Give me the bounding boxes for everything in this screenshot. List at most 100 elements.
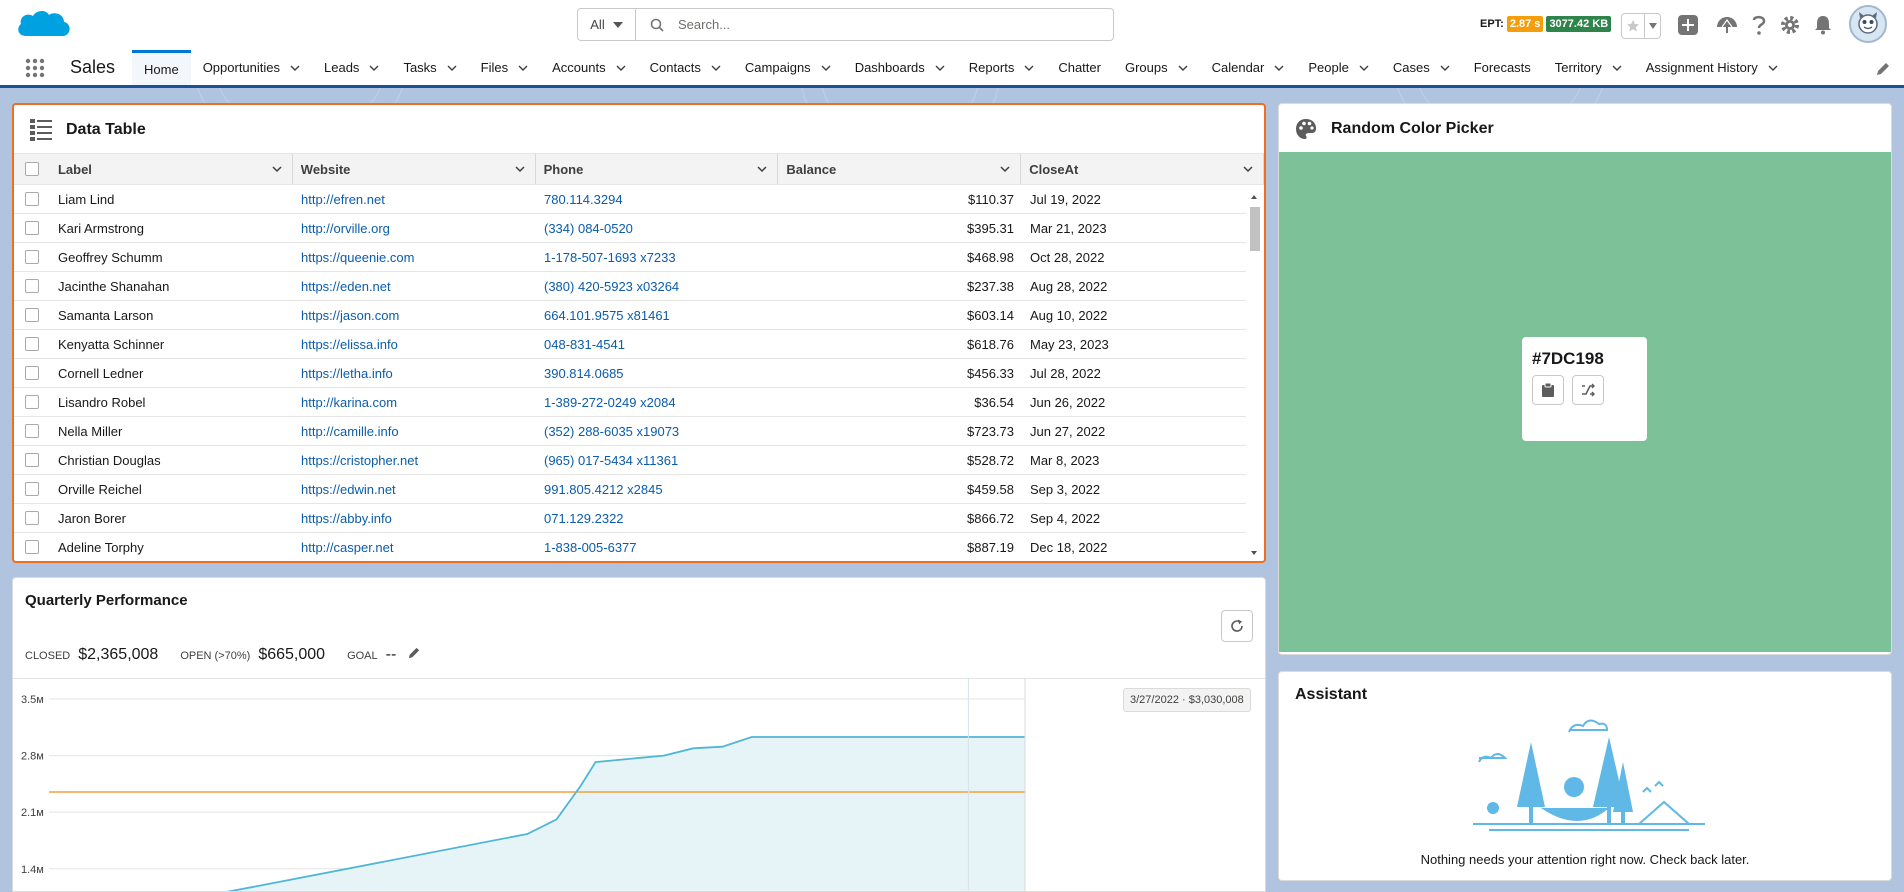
chevron-down-icon[interactable] <box>272 164 282 174</box>
nav-item-assignment-history[interactable]: Assignment History <box>1634 50 1790 85</box>
cell-website-link[interactable]: https://jason.com <box>293 308 536 323</box>
nav-item-dashboards[interactable]: Dashboards <box>843 50 957 85</box>
setup-button[interactable] <box>1779 14 1801 36</box>
favorite-star-button[interactable] <box>1621 13 1645 39</box>
table-row[interactable]: Jacinthe Shanahan https://eden.net (380) 4… <box>14 272 1246 301</box>
table-row[interactable]: Kenyatta Schinner https://elissa.info 048-… <box>14 330 1246 359</box>
chevron-down-icon[interactable] <box>447 63 457 73</box>
nav-item-people[interactable]: People <box>1296 50 1380 85</box>
nav-item-leads[interactable]: Leads <box>312 50 391 85</box>
nav-item-opportunities[interactable]: Opportunities <box>191 50 312 85</box>
cell-phone-link[interactable]: 1-838-005-6377 <box>536 540 779 555</box>
chevron-down-icon[interactable] <box>616 63 626 73</box>
chevron-down-icon[interactable] <box>369 63 379 73</box>
table-row[interactable]: Geoffrey Schumm https://queenie.com 1-178-… <box>14 243 1246 272</box>
row-checkbox[interactable] <box>25 366 39 380</box>
notifications-button[interactable] <box>1812 14 1834 36</box>
nav-item-chatter[interactable]: Chatter <box>1046 50 1113 85</box>
row-checkbox[interactable] <box>25 221 39 235</box>
edit-goal-icon[interactable] <box>408 647 420 659</box>
nav-item-cases[interactable]: Cases <box>1381 50 1462 85</box>
chevron-down-icon[interactable] <box>515 164 525 174</box>
scrollbar-thumb[interactable] <box>1250 207 1260 251</box>
row-checkbox[interactable] <box>25 511 39 525</box>
edit-nav-button[interactable] <box>1876 62 1890 79</box>
nav-item-groups[interactable]: Groups <box>1113 50 1200 85</box>
performance-chart[interactable]: 3.5м 2.8м 2.1м 1.4м <box>13 678 1266 892</box>
avatar[interactable] <box>1849 5 1887 43</box>
column-header-label[interactable]: Label <box>50 154 293 184</box>
row-checkbox[interactable] <box>25 192 39 206</box>
row-checkbox[interactable] <box>25 308 39 322</box>
chevron-down-icon[interactable] <box>1024 63 1034 73</box>
cell-website-link[interactable]: https://cristopher.net <box>293 453 536 468</box>
nav-item-forecasts[interactable]: Forecasts <box>1462 50 1543 85</box>
table-scrollbar[interactable] <box>1248 191 1260 559</box>
chevron-down-icon[interactable] <box>1359 63 1369 73</box>
refresh-button[interactable] <box>1221 610 1253 642</box>
favorites-menu-button[interactable] <box>1645 13 1661 39</box>
chevron-down-icon[interactable] <box>935 63 945 73</box>
nav-item-files[interactable]: Files <box>469 50 540 85</box>
row-checkbox[interactable] <box>25 250 39 264</box>
chevron-down-icon[interactable] <box>1440 63 1450 73</box>
chevron-down-icon[interactable] <box>711 63 721 73</box>
chevron-down-icon[interactable] <box>290 63 300 73</box>
cell-phone-link[interactable]: (965) 017-5434 x11361 <box>536 453 779 468</box>
chevron-down-icon[interactable] <box>821 63 831 73</box>
trailhead-button[interactable] <box>1716 14 1738 36</box>
cell-phone-link[interactable]: 1-178-507-1693 x7233 <box>536 250 779 265</box>
cell-phone-link[interactable]: 071.129.2322 <box>536 511 779 526</box>
cell-phone-link[interactable]: (334) 084-0520 <box>536 221 779 236</box>
cell-phone-link[interactable]: 1-389-272-0249 x2084 <box>536 395 779 410</box>
chevron-down-icon[interactable] <box>518 63 528 73</box>
table-row[interactable]: Samanta Larson https://jason.com 664.101.9… <box>14 301 1246 330</box>
row-checkbox[interactable] <box>25 424 39 438</box>
row-checkbox[interactable] <box>25 453 39 467</box>
row-checkbox[interactable] <box>25 482 39 496</box>
table-row[interactable]: Nella Miller http://camille.info (352) 288… <box>14 417 1246 446</box>
table-row[interactable]: Kari Armstrong http://orville.org (334) 08… <box>14 214 1246 243</box>
table-row[interactable]: Orville Reichel https://edwin.net 991.805.… <box>14 475 1246 504</box>
nav-item-home[interactable]: Home <box>132 50 191 85</box>
cell-phone-link[interactable]: (380) 420-5923 x03264 <box>536 279 779 294</box>
row-checkbox[interactable] <box>25 540 39 554</box>
column-header-closeat[interactable]: CloseAt <box>1021 154 1265 184</box>
table-row[interactable]: Jaron Borer https://abby.info 071.129.2322… <box>14 504 1246 533</box>
column-header-phone[interactable]: Phone <box>536 154 779 184</box>
cell-website-link[interactable]: https://elissa.info <box>293 337 536 352</box>
row-checkbox[interactable] <box>25 279 39 293</box>
column-header-website[interactable]: Website <box>293 154 536 184</box>
cell-website-link[interactable]: http://karina.com <box>293 395 536 410</box>
help-button[interactable] <box>1748 14 1770 36</box>
cell-website-link[interactable]: https://edwin.net <box>293 482 536 497</box>
table-row[interactable]: Liam Lind http://efren.net 780.114.3294 $11… <box>14 185 1246 214</box>
nav-item-territory[interactable]: Territory <box>1543 50 1634 85</box>
cell-website-link[interactable]: http://orville.org <box>293 221 536 236</box>
cell-website-link[interactable]: http://efren.net <box>293 192 536 207</box>
table-row[interactable]: Adeline Torphy http://casper.net 1-838-005… <box>14 533 1246 561</box>
cell-phone-link[interactable]: 390.814.0685 <box>536 366 779 381</box>
global-actions-button[interactable] <box>1677 14 1699 36</box>
nav-item-calendar[interactable]: Calendar <box>1200 50 1297 85</box>
row-checkbox[interactable] <box>25 395 39 409</box>
select-all-checkbox[interactable] <box>24 162 39 176</box>
chevron-down-icon[interactable] <box>757 164 767 174</box>
table-row[interactable]: Christian Douglas https://cristopher.net(… <box>14 446 1246 475</box>
chevron-down-icon[interactable] <box>1000 164 1010 174</box>
chevron-down-icon[interactable] <box>1274 63 1284 73</box>
cell-phone-link[interactable]: 664.101.9575 x81461 <box>536 308 779 323</box>
cell-website-link[interactable]: http://casper.net <box>293 540 536 555</box>
nav-item-tasks[interactable]: Tasks <box>391 50 468 85</box>
copy-color-button[interactable] <box>1532 375 1564 405</box>
salesforce-logo-icon[interactable] <box>14 6 74 46</box>
table-row[interactable]: Lisandro Robel http://karina.com 1-389-272… <box>14 388 1246 417</box>
chevron-down-icon[interactable] <box>1768 63 1778 73</box>
cell-phone-link[interactable]: 048-831-4541 <box>536 337 779 352</box>
table-row[interactable]: Cornell Ledner https://letha.info 390.814.… <box>14 359 1246 388</box>
nav-item-campaigns[interactable]: Campaigns <box>733 50 843 85</box>
cell-phone-link[interactable]: (352) 288-6035 x19073 <box>536 424 779 439</box>
column-header-balance[interactable]: Balance <box>778 154 1022 184</box>
table-body[interactable]: Liam Lind http://efren.net 780.114.3294 $11… <box>14 185 1246 561</box>
app-launcher-button[interactable] <box>0 50 70 85</box>
